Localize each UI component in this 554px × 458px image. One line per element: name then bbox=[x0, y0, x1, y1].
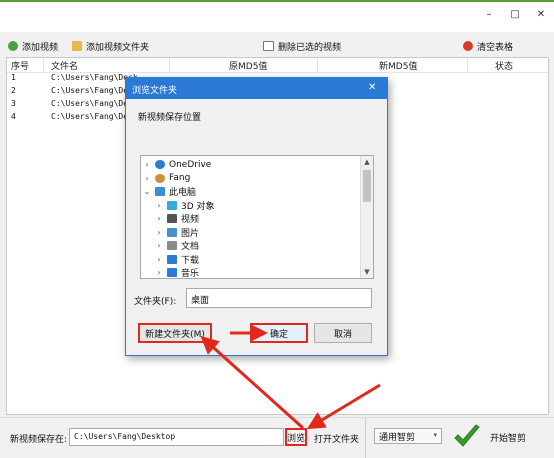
scroll-thumb[interactable] bbox=[363, 170, 371, 202]
plus-circle-icon bbox=[8, 41, 18, 51]
add-video-button[interactable]: 添加视频 bbox=[8, 38, 58, 54]
tree-item[interactable]: › 音乐 bbox=[155, 266, 200, 279]
bottom-bar: 新视频保存在: C:\Users\Fang\Desktop 浏览 打开文件夹 通… bbox=[0, 417, 554, 458]
delete-selected-label: 删除已选的视频 bbox=[278, 42, 342, 53]
add-video-label: 添加视频 bbox=[22, 42, 59, 53]
folder-tree[interactable]: › OneDrive › Fang ⌄ 此电脑 › 3D 对象 › 视频 › 图片 › 文档 › 下载 › 音乐 … bbox=[140, 155, 374, 279]
divider bbox=[365, 418, 366, 458]
tree-item[interactable]: › 视频 bbox=[155, 212, 199, 225]
add-folder-label: 添加视频文件夹 bbox=[86, 42, 150, 53]
chevron-right-icon[interactable]: › bbox=[143, 174, 151, 183]
picture-icon bbox=[167, 227, 177, 237]
chevron-right-icon[interactable]: › bbox=[155, 268, 163, 277]
new-folder-button[interactable]: 新建文件夹(M) bbox=[138, 323, 212, 343]
new-folder-label: 新建文件夹(M) bbox=[145, 329, 205, 340]
cloud-icon bbox=[155, 160, 165, 169]
scroll-up-icon[interactable]: ▲ bbox=[362, 158, 372, 166]
tree-item[interactable]: › OneDrive bbox=[143, 158, 211, 171]
row-index: 4 bbox=[11, 112, 16, 121]
chevron-right-icon[interactable]: › bbox=[143, 160, 151, 169]
checkmark-icon bbox=[454, 424, 480, 447]
header-status: 状态 bbox=[495, 62, 514, 72]
delete-list-icon bbox=[263, 41, 274, 51]
tree-item[interactable]: › 3D 对象 bbox=[155, 199, 215, 212]
delete-selected-button[interactable]: 删除已选的视频 bbox=[263, 38, 341, 54]
tree-item-label: 文档 bbox=[181, 242, 200, 252]
row-index: 2 bbox=[11, 86, 16, 95]
tree-item[interactable]: › 下载 bbox=[155, 253, 199, 266]
add-folder-button[interactable]: 添加视频文件夹 bbox=[72, 38, 149, 54]
browse-button[interactable]: 浏览 bbox=[285, 428, 307, 446]
document-icon bbox=[167, 241, 177, 250]
tree-scrollbar[interactable]: ▲ ▼ bbox=[360, 156, 373, 278]
computer-icon bbox=[155, 187, 165, 196]
tree-item-label: OneDrive bbox=[169, 159, 212, 170]
chevron-right-icon[interactable]: › bbox=[155, 241, 163, 250]
browse-label: 浏览 bbox=[287, 433, 306, 444]
start-button[interactable]: 开始智剪 bbox=[452, 420, 549, 454]
dialog-close-icon[interactable]: ✕ bbox=[368, 82, 376, 93]
folder-field-label: 文件夹(F): bbox=[134, 297, 177, 307]
header-new-md5: 新MD5值 bbox=[379, 62, 418, 72]
tree-item[interactable]: ⌄ 此电脑 bbox=[143, 185, 196, 198]
minimize-button[interactable]: – bbox=[478, 4, 500, 26]
header-filename: 文件名 bbox=[51, 62, 79, 72]
tree-item-label: Fang bbox=[169, 173, 191, 183]
dialog-prompt: 新视频保存位置 bbox=[138, 113, 202, 123]
tree-item[interactable]: › 文档 bbox=[155, 239, 199, 252]
header-index: 序号 bbox=[11, 62, 30, 72]
open-folder-button[interactable]: 打开文件夹 bbox=[314, 432, 359, 445]
close-button[interactable]: ✕ bbox=[530, 4, 552, 26]
ok-button[interactable]: 确定 bbox=[250, 323, 308, 343]
tree-item-label: 音乐 bbox=[181, 269, 200, 279]
tree-item-label: 3D 对象 bbox=[181, 201, 215, 212]
tree-item[interactable]: › Fang bbox=[143, 172, 190, 185]
maximize-button[interactable]: □ bbox=[504, 4, 526, 26]
chevron-right-icon[interactable]: › bbox=[155, 255, 163, 264]
tree-item-label: 图片 bbox=[181, 228, 200, 239]
clear-table-button[interactable]: 清空表格 bbox=[463, 38, 513, 54]
ok-label: 确定 bbox=[269, 329, 288, 340]
folder-name-field[interactable]: 桌面 bbox=[186, 288, 372, 308]
chevron-down-icon[interactable]: ⌄ bbox=[143, 187, 151, 196]
start-button-label: 开始智剪 bbox=[490, 433, 527, 444]
download-icon bbox=[167, 254, 177, 264]
row-index: 3 bbox=[11, 99, 16, 108]
tree-item-label: 此电脑 bbox=[169, 188, 197, 198]
tree-item[interactable]: › 图片 bbox=[155, 226, 199, 239]
row-index: 1 bbox=[11, 73, 16, 82]
tree-item-label: 下载 bbox=[181, 255, 200, 266]
music-icon bbox=[167, 268, 177, 277]
table-header: 序号 文件名 原MD5值 新MD5值 状态 bbox=[7, 58, 548, 73]
clear-table-label: 清空表格 bbox=[477, 42, 514, 53]
tree-item-label: 视频 bbox=[181, 215, 200, 225]
chevron-down-icon: ▾ bbox=[433, 431, 437, 439]
folder-add-icon bbox=[72, 41, 82, 51]
chevron-right-icon[interactable]: › bbox=[155, 214, 163, 223]
cancel-button[interactable]: 取消 bbox=[314, 323, 372, 343]
dialog-title-bar: 浏览文件夹 ✕ bbox=[126, 78, 387, 99]
mode-select[interactable]: 通用智剪 ▾ bbox=[374, 428, 442, 444]
scroll-down-icon[interactable]: ▼ bbox=[362, 268, 372, 276]
dialog-title: 浏览文件夹 bbox=[132, 86, 178, 96]
save-path-value: C:\Users\Fang\Desktop bbox=[74, 432, 176, 441]
browse-folder-dialog: 浏览文件夹 ✕ 新视频保存位置 › OneDrive › Fang ⌄ 此电脑 › 3D 对象… bbox=[125, 77, 388, 356]
chevron-right-icon[interactable]: › bbox=[155, 228, 163, 237]
save-path-field[interactable]: C:\Users\Fang\Desktop bbox=[69, 428, 284, 446]
clear-icon bbox=[463, 41, 473, 51]
save-location-label: 新视频保存在: bbox=[10, 435, 68, 445]
header-orig-md5: 原MD5值 bbox=[229, 62, 268, 72]
video-icon bbox=[167, 214, 177, 223]
cancel-label: 取消 bbox=[333, 329, 352, 340]
cube-icon bbox=[167, 200, 177, 210]
title-bar: – □ ✕ bbox=[0, 0, 554, 32]
mode-select-value: 通用智剪 bbox=[379, 432, 416, 443]
user-icon bbox=[155, 173, 165, 183]
folder-name-value: 桌面 bbox=[191, 296, 210, 306]
chevron-right-icon[interactable]: › bbox=[155, 201, 163, 210]
